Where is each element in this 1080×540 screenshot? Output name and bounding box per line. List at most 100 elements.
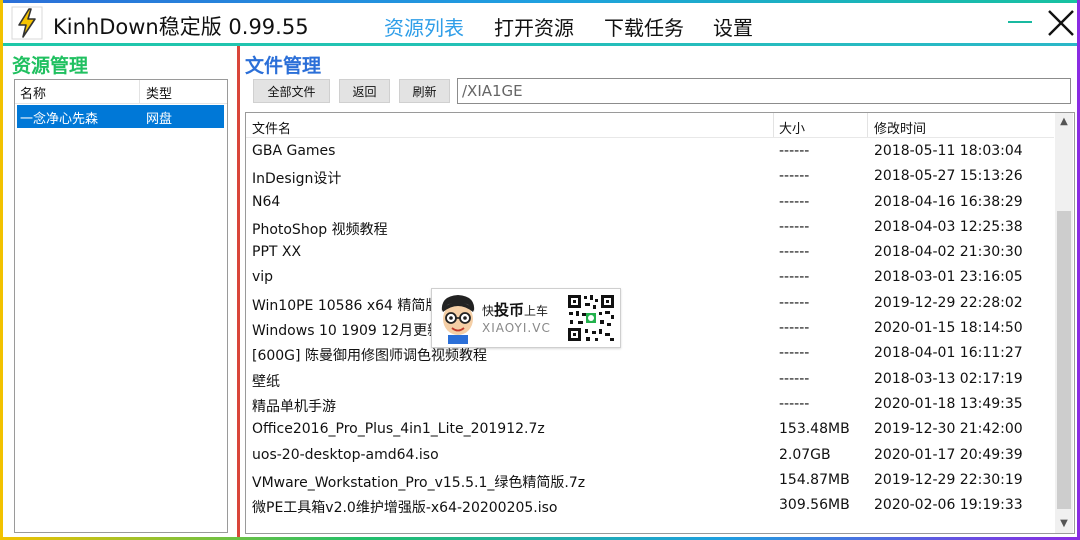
- file-size: 2.07GB: [779, 446, 831, 463]
- file-modified-time: 2020-01-17 20:49:39: [874, 446, 1023, 463]
- file-modified-time: 2018-04-01 16:11:27: [874, 345, 1023, 362]
- file-modified-time: 2020-01-15 18:14:50: [874, 320, 1023, 337]
- file-row[interactable]: 精品单机手游 ------ 2020-01-18 13:49:35: [246, 392, 1054, 417]
- file-panel-heading: 文件管理: [245, 55, 322, 77]
- nav-tab-open-resource[interactable]: 打开资源: [494, 12, 574, 41]
- file-size: ------: [779, 168, 810, 185]
- file-row[interactable]: 微PE工具箱v2.0维护增强版-x64-20200205.iso 309.56MB…: [246, 493, 1054, 518]
- file-list-header: 文件名 大小 修改时间: [246, 113, 1054, 138]
- file-name: Windows 10 1909 12月更新: [252, 323, 442, 340]
- scroll-down-icon[interactable]: ▼: [1055, 515, 1073, 533]
- file-row[interactable]: GBA Games ------ 2018-05-11 18:03:04: [246, 139, 1054, 164]
- column-header-modified[interactable]: 修改时间: [874, 118, 926, 137]
- file-modified-time: 2018-04-02 21:30:30: [874, 244, 1023, 261]
- refresh-button[interactable]: 刷新: [399, 79, 450, 103]
- file-modified-time: 2020-02-06 19:19:33: [874, 497, 1023, 514]
- file-name: 微PE工具箱v2.0维护增强版-x64-20200205.iso: [252, 500, 558, 517]
- scroll-up-icon[interactable]: ▲: [1055, 113, 1073, 131]
- file-row[interactable]: vip ------ 2018-03-01 23:16:05: [246, 265, 1054, 290]
- file-list: 文件名 大小 修改时间 GBA Games ------ 2018-05-11 18…: [245, 112, 1075, 534]
- file-size: ------: [779, 143, 810, 159]
- back-button[interactable]: 返回: [339, 79, 390, 103]
- file-name: PhotoShop 视频教程: [252, 221, 388, 238]
- file-row[interactable]: VMware_Workstation_Pro_v15.5.1_绿色精简版.7z 1…: [246, 468, 1054, 493]
- file-row[interactable]: PhotoShop 视频教程 ------ 2018-04-03 12:25:38: [246, 215, 1054, 240]
- vertical-scrollbar[interactable]: ▲ ▼: [1055, 113, 1073, 533]
- file-size: ------: [779, 395, 810, 412]
- column-header-size[interactable]: 大小: [779, 118, 805, 137]
- file-modified-time: 2018-04-03 12:25:38: [874, 218, 1023, 235]
- watermark-badge: 快投币上车 XIAOYI.VC: [431, 288, 621, 348]
- resource-name: 一念净心先森: [20, 112, 99, 127]
- file-modified-time: 2018-04-16 16:38:29: [874, 193, 1023, 210]
- close-icon[interactable]: [1045, 7, 1077, 39]
- file-rows: GBA Games ------ 2018-05-11 18:03:04 InDesi…: [246, 139, 1054, 518]
- file-size: 153.48MB: [779, 421, 850, 438]
- cartoon-avatar-icon: [441, 295, 475, 344]
- resource-type: 网盘: [146, 112, 173, 127]
- file-name: vip: [252, 269, 274, 286]
- file-name: Win10PE 10586 x64 精简版: [252, 297, 440, 314]
- file-modified-time: 2019-12-29 22:30:19: [874, 471, 1023, 488]
- nav-tab-resource-list[interactable]: 资源列表: [384, 12, 464, 41]
- qr-code-icon: [566, 293, 616, 343]
- file-size: ------: [779, 193, 810, 210]
- file-row[interactable]: InDesign设计 ------ 2018-05-27 15:13:26: [246, 164, 1054, 189]
- file-modified-time: 2019-12-29 22:28:02: [874, 294, 1023, 311]
- file-modified-time: 2018-05-27 15:13:26: [874, 168, 1023, 185]
- minimize-icon[interactable]: [1008, 21, 1032, 23]
- file-size: ------: [779, 320, 810, 337]
- file-panel: 文件管理 全部文件 返回 刷新 文件名 大小 修改时间 GBA Games ---…: [240, 46, 1077, 537]
- column-header-filename[interactable]: 文件名: [252, 118, 291, 137]
- column-divider[interactable]: [139, 80, 140, 103]
- file-name: InDesign设计: [252, 171, 342, 188]
- nav-tab-download-tasks[interactable]: 下载任务: [604, 12, 684, 41]
- file-row[interactable]: N64 ------ 2018-04-16 16:38:29: [246, 190, 1054, 215]
- file-size: ------: [779, 370, 810, 387]
- file-modified-time: 2019-12-30 21:42:00: [874, 421, 1023, 438]
- file-modified-time: 2020-01-18 13:49:35: [874, 395, 1023, 412]
- all-files-button[interactable]: 全部文件: [253, 79, 330, 103]
- resource-panel: 资源管理 名称 类型 一念净心先森 网盘: [3, 46, 237, 537]
- file-size: ------: [779, 244, 810, 261]
- file-size: ------: [779, 269, 810, 286]
- resource-row-selected[interactable]: 一念净心先森 网盘: [17, 105, 224, 128]
- file-name: GBA Games: [252, 143, 336, 159]
- scrollbar-thumb[interactable]: [1057, 211, 1071, 509]
- watermark-site: XIAOYI.VC: [482, 321, 551, 335]
- file-row[interactable]: Windows 10 1909 12月更新 ------ 2020-01-15 18…: [246, 316, 1054, 341]
- file-name: 壁纸: [252, 373, 280, 390]
- file-size: ------: [779, 345, 810, 362]
- file-name: uos-20-desktop-amd64.iso: [252, 446, 439, 463]
- file-size: 154.87MB: [779, 471, 850, 488]
- file-row[interactable]: 壁纸 ------ 2018-03-13 02:17:19: [246, 367, 1054, 392]
- file-name: [600G] 陈曼御用修图师调色视频教程: [252, 348, 487, 365]
- column-divider[interactable]: [773, 113, 774, 137]
- file-row[interactable]: uos-20-desktop-amd64.iso 2.07GB 2020-01-17…: [246, 443, 1054, 468]
- column-header-type[interactable]: 类型: [146, 83, 172, 102]
- file-row[interactable]: [600G] 陈曼御用修图师调色视频教程 ------ 2018-04-01 16:…: [246, 341, 1054, 366]
- lightning-logo-icon: [11, 6, 43, 40]
- file-name: N64: [252, 193, 281, 210]
- file-size: ------: [779, 294, 810, 311]
- column-divider[interactable]: [867, 113, 868, 137]
- file-size: ------: [779, 218, 810, 235]
- watermark-slogan: 快投币上车: [482, 301, 549, 319]
- file-row[interactable]: Win10PE 10586 x64 精简版 ------ 2019-12-29 22…: [246, 291, 1054, 316]
- file-name: VMware_Workstation_Pro_v15.5.1_绿色精简版.7z: [252, 474, 586, 491]
- file-name: Office2016_Pro_Plus_4in1_Lite_201912.7z: [252, 421, 545, 438]
- file-name: 精品单机手游: [252, 398, 336, 415]
- path-input[interactable]: [457, 78, 1071, 104]
- column-header-name[interactable]: 名称: [20, 83, 46, 102]
- file-size: 309.56MB: [779, 497, 850, 514]
- file-modified-time: 2018-03-13 02:17:19: [874, 370, 1023, 387]
- file-row[interactable]: Office2016_Pro_Plus_4in1_Lite_201912.7z 1…: [246, 417, 1054, 442]
- file-name: PPT XX: [252, 244, 302, 261]
- resource-list: 名称 类型 一念净心先森 网盘: [14, 79, 228, 533]
- file-modified-time: 2018-05-11 18:03:04: [874, 143, 1023, 159]
- resource-list-header: 名称 类型: [15, 80, 227, 104]
- file-row[interactable]: PPT XX ------ 2018-04-02 21:30:30: [246, 240, 1054, 265]
- title-bar: KinhDown稳定版 0.99.55 资源列表 打开资源 下载任务 设置: [3, 3, 1077, 43]
- resource-panel-heading: 资源管理: [12, 55, 89, 77]
- nav-tab-settings[interactable]: 设置: [713, 12, 753, 41]
